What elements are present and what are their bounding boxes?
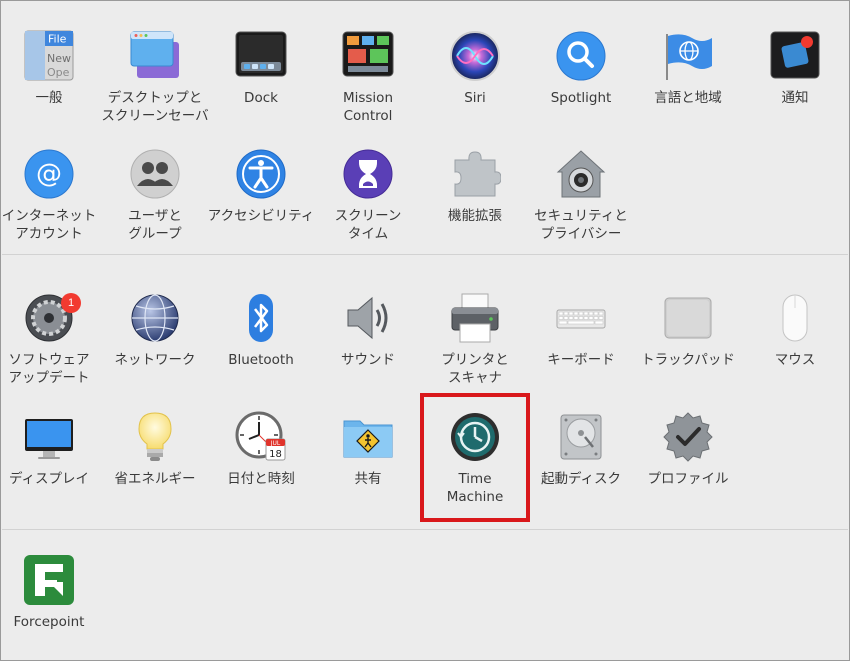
pane-label: 機能拡張 <box>448 208 502 224</box>
startup-disk-icon <box>555 411 607 463</box>
energy-saver-icon <box>129 411 181 463</box>
pane-label: デスクトップと スクリーンセーバ <box>101 90 209 124</box>
notifications-icon <box>769 30 821 82</box>
pane-mission-control[interactable]: Mission Control <box>315 30 421 125</box>
pane-mouse[interactable]: マウス <box>742 292 848 369</box>
desktop-screensaver-icon <box>129 30 181 82</box>
pane-siri[interactable]: Siri <box>422 30 528 107</box>
pane-label: ネットワーク <box>114 352 196 368</box>
bluetooth-icon <box>235 292 287 344</box>
date-time-icon: JUL 18 <box>235 411 287 463</box>
pane-accessibility[interactable]: アクセシビリティ <box>208 148 314 225</box>
pane-label: Siri <box>464 90 486 106</box>
pane-label: プリンタと スキャナ <box>441 352 509 386</box>
dock-icon <box>235 30 287 82</box>
pane-label: Bluetooth <box>228 352 294 368</box>
pane-displays[interactable]: ディスプレイ <box>0 411 102 488</box>
printer-scanner-icon <box>449 292 501 344</box>
profiles-icon <box>662 411 714 463</box>
pane-label: Mission Control <box>342 90 394 124</box>
extensions-icon <box>449 148 501 200</box>
pane-label: 省エネルギー <box>114 471 196 487</box>
accessibility-icon <box>235 148 287 200</box>
software-update-icon: 1 <box>23 292 81 344</box>
pane-label: Spotlight <box>550 90 612 106</box>
pane-extensions[interactable]: 機能拡張 <box>422 148 528 225</box>
svg-text:JUL: JUL <box>270 440 281 447</box>
pane-label: 一般 <box>35 90 63 106</box>
pane-label: セキュリティと プライバシー <box>534 208 628 242</box>
system-preferences-window: File New Ope 一般 デスクトップと スクリーンセーバ Dock Mi… <box>0 0 850 661</box>
general-icon: File New Ope <box>23 30 75 82</box>
pane-label: トラックパッド <box>641 352 735 368</box>
pane-label: 日付と時刻 <box>227 471 295 487</box>
forcepoint-icon <box>23 554 75 606</box>
pane-sound[interactable]: サウンド <box>315 292 421 369</box>
pane-label: サウンド <box>341 352 395 368</box>
pane-keyboard[interactable]: キーボード <box>528 292 634 369</box>
sound-icon <box>342 292 394 344</box>
pane-bluetooth[interactable]: Bluetooth <box>208 292 314 369</box>
displays-icon <box>23 411 75 463</box>
pane-spotlight[interactable]: Spotlight <box>528 30 634 107</box>
pane-label: インターネット アカウント <box>1 208 97 242</box>
language-region-icon <box>662 30 714 82</box>
pane-label: 起動ディスク <box>540 471 622 487</box>
pane-software-update[interactable]: 1 ソフトウェア アップデート <box>0 292 102 387</box>
pane-label: アクセシビリティ <box>207 208 315 224</box>
pane-profiles[interactable]: プロファイル <box>635 411 741 488</box>
pane-desktop-screensaver[interactable]: デスクトップと スクリーンセーバ <box>101 30 209 125</box>
svg-text:@: @ <box>36 159 62 189</box>
pane-screen-time[interactable]: スクリーン タイム <box>315 148 421 243</box>
pane-dock[interactable]: Dock <box>208 30 314 107</box>
screen-time-icon <box>342 148 394 200</box>
pane-label: 通知 <box>781 90 809 106</box>
pane-security-privacy[interactable]: セキュリティと プライバシー <box>528 148 634 243</box>
mouse-icon <box>769 292 821 344</box>
pane-network[interactable]: ネットワーク <box>102 292 208 369</box>
mission-control-icon <box>342 30 394 82</box>
pane-printers-scanners[interactable]: プリンタと スキャナ <box>422 292 528 387</box>
security-privacy-icon <box>555 148 607 200</box>
pane-label: 言語と地域 <box>654 90 722 106</box>
pane-label: ソフトウェア アップデート <box>8 352 90 386</box>
pane-label: スクリーン タイム <box>334 208 402 242</box>
time-machine-highlight-box <box>420 393 530 522</box>
pane-internet-accounts[interactable]: @ インターネット アカウント <box>0 148 102 243</box>
svg-text:18: 18 <box>269 449 282 460</box>
spotlight-icon <box>555 30 607 82</box>
pane-label: キーボード <box>547 352 615 368</box>
pane-label: マウス <box>774 352 816 368</box>
pane-notifications[interactable]: 通知 <box>742 30 848 107</box>
network-icon <box>129 292 181 344</box>
pane-label: ユーザと グループ <box>128 208 182 242</box>
pane-energy-saver[interactable]: 省エネルギー <box>102 411 208 488</box>
pane-label: Forcepoint <box>13 614 85 630</box>
pane-date-time[interactable]: JUL 18 日付と時刻 <box>208 411 314 488</box>
users-groups-icon <box>129 148 181 200</box>
siri-icon <box>449 30 501 82</box>
pane-label: 共有 <box>354 471 382 487</box>
pane-label: プロファイル <box>647 471 729 487</box>
update-count-badge: 1 <box>61 293 81 313</box>
keyboard-icon <box>555 292 607 344</box>
svg-text:New: New <box>47 52 71 65</box>
pane-users-groups[interactable]: ユーザと グループ <box>102 148 208 243</box>
pane-language-region[interactable]: 言語と地域 <box>635 30 741 107</box>
pane-label: Dock <box>244 90 278 106</box>
pane-sharing[interactable]: 共有 <box>315 411 421 488</box>
pane-trackpad[interactable]: トラックパッド <box>635 292 741 369</box>
section-other <box>2 530 848 660</box>
pane-startup-disk[interactable]: 起動ディスク <box>528 411 634 488</box>
pane-forcepoint[interactable]: Forcepoint <box>0 554 102 631</box>
pane-general[interactable]: File New Ope 一般 <box>0 30 102 107</box>
pane-label: ディスプレイ <box>8 471 90 487</box>
svg-text:Ope: Ope <box>47 66 70 79</box>
svg-text:File: File <box>48 33 67 46</box>
sharing-icon <box>342 411 394 463</box>
trackpad-icon <box>662 292 714 344</box>
internet-accounts-icon: @ <box>23 148 75 200</box>
